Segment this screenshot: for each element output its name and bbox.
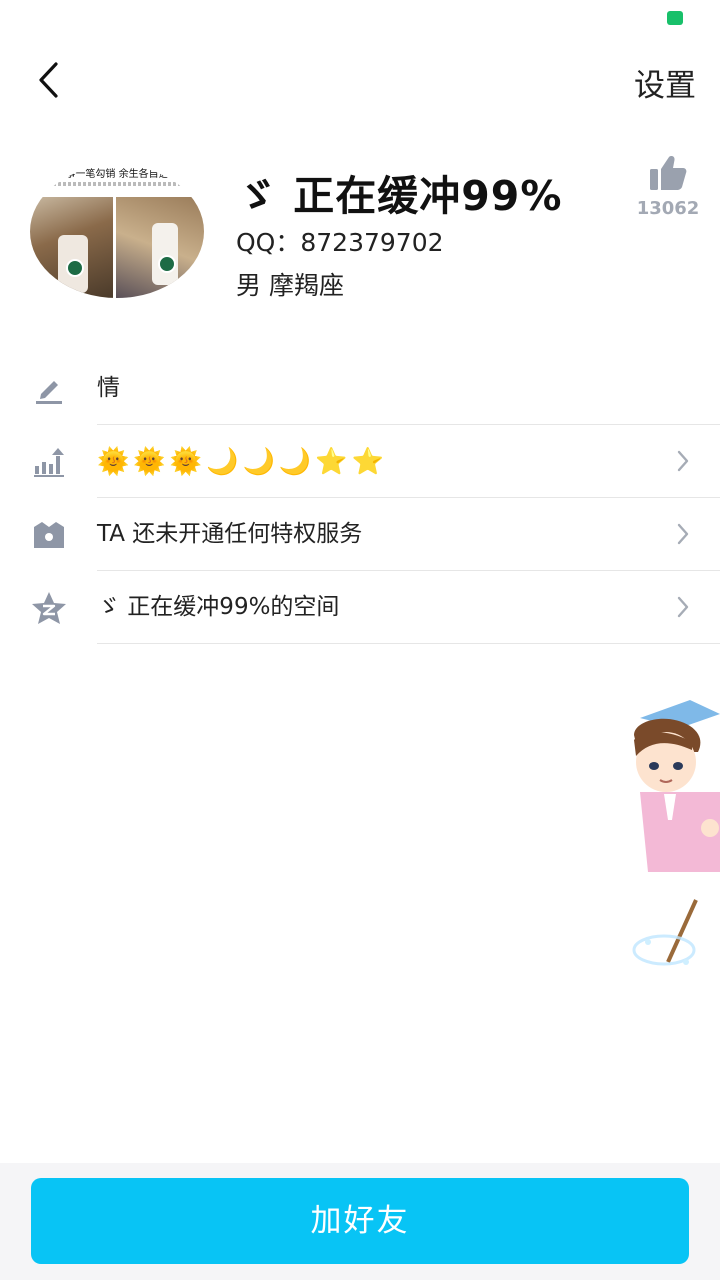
avatar-caption-subtext — [38, 182, 196, 186]
star-icon: ⭐ — [315, 446, 348, 477]
profile-name: ゞ 正在缓冲99% — [236, 172, 563, 220]
avatar-caption: 往事一笔勾销 余生各自逍遥 — [55, 169, 179, 180]
list-item-level[interactable]: 🌞 🌞 🌞 🌙 🌙 🌙 ⭐ ⭐ — [0, 425, 720, 498]
chevron-right-icon — [676, 522, 690, 550]
sun-icon: 🌞 — [133, 446, 166, 477]
qzone-star-icon — [30, 589, 68, 627]
avatar-photo-left — [30, 197, 113, 298]
mascot-character-image[interactable] — [620, 700, 720, 980]
moon-icon: 🌙 — [278, 446, 312, 477]
star-icon: ⭐ — [351, 446, 384, 477]
level-icon — [30, 443, 68, 481]
profile-info-list: 情 🌞 🌞 🌞 🌙 🌙 🌙 ⭐ ⭐ TA 还未开通任何特权服务 ゞ 正在缓冲99… — [0, 352, 720, 644]
like-count: 13062 — [636, 198, 700, 219]
pencil-icon — [30, 370, 68, 408]
avatar-logo — [66, 259, 84, 277]
profile-gender-sign: 男 摩羯座 — [236, 271, 344, 300]
level-emblems: 🌞 🌞 🌞 🌙 🌙 🌙 ⭐ ⭐ — [97, 425, 384, 498]
settings-button[interactable]: 设置 — [634, 60, 696, 105]
avatar-photo-right — [116, 197, 204, 298]
sun-icon: 🌞 — [169, 446, 203, 477]
back-arrow-icon — [39, 62, 58, 98]
list-item-signature[interactable]: 情 — [0, 352, 720, 425]
like-button[interactable]: 13062 — [634, 154, 702, 219]
add-friend-button[interactable]: 加好友 — [31, 1178, 689, 1264]
list-item-qzone[interactable]: ゞ 正在缓冲99%的空间 — [0, 571, 720, 644]
avatar-logo — [158, 255, 176, 273]
signature-text: 情 — [97, 375, 120, 401]
chevron-right-icon — [676, 449, 690, 477]
list-item-privileges[interactable]: TA 还未开通任何特权服务 — [0, 498, 720, 571]
crown-icon — [30, 516, 68, 554]
privileges-text: TA 还未开通任何特权服务 — [97, 521, 363, 547]
divider — [97, 643, 720, 644]
status-indicator — [667, 11, 683, 25]
avatar[interactable]: 往事一笔勾销 余生各自逍遥 — [30, 165, 204, 298]
moon-icon: 🌙 — [242, 446, 275, 477]
profile-qq-number[interactable]: QQ：872379702 — [236, 223, 444, 259]
avatar-cup — [152, 223, 178, 285]
back-button[interactable] — [28, 58, 68, 102]
sun-icon: 🌞 — [97, 446, 130, 477]
moon-icon: 🌙 — [206, 446, 239, 477]
qzone-text: ゞ 正在缓冲99%的空间 — [97, 594, 340, 620]
chevron-right-icon — [676, 595, 690, 623]
thumbs-up-icon — [650, 156, 687, 190]
